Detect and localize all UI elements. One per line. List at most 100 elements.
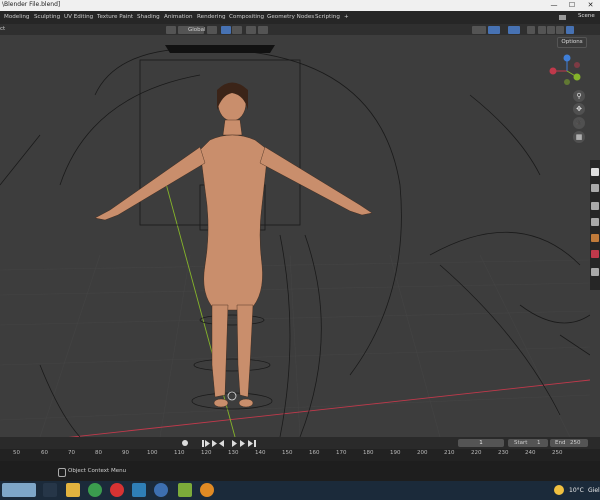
start-frame-label: Start: [514, 440, 528, 446]
task-view-icon[interactable]: [43, 483, 57, 497]
tab-shading[interactable]: Shading: [137, 11, 160, 24]
ruler-tick: 250: [552, 450, 563, 456]
scene-selector[interactable]: Scene: [556, 12, 600, 23]
ruler-tick: 190: [390, 450, 401, 456]
camera-view-icon[interactable]: 🎥: [573, 117, 585, 129]
add-workspace-button[interactable]: +: [344, 11, 349, 24]
ruler-tick: 90: [122, 450, 129, 456]
solid-shading-icon[interactable]: [547, 26, 555, 34]
overlay-toggle-icon[interactable]: [508, 26, 520, 34]
tool-tab-icon[interactable]: [591, 168, 599, 176]
ruler-tick: 110: [174, 450, 185, 456]
playback-controls[interactable]: [202, 439, 258, 448]
start-frame-value: 1: [537, 440, 541, 446]
pan-icon[interactable]: ✥: [573, 103, 585, 115]
pivot-point-icon[interactable]: [207, 26, 217, 34]
context-menu-hint: Object Context Menu: [68, 468, 127, 474]
tab-scripting[interactable]: Scripting: [315, 11, 340, 24]
prev-keyframe-icon: [212, 440, 217, 447]
mode-menu-partial[interactable]: ct: [0, 26, 5, 32]
current-frame-field[interactable]: 1: [458, 439, 504, 447]
wireframe-shading-icon[interactable]: [538, 26, 546, 34]
physics-tab-icon[interactable]: [591, 250, 599, 258]
tab-sculpting[interactable]: Sculpting: [34, 11, 60, 24]
x-axis-handle[interactable]: [549, 67, 557, 75]
visibility-icon[interactable]: [472, 26, 486, 34]
app-m-icon[interactable]: [132, 483, 146, 497]
ruler-tick: 70: [68, 450, 75, 456]
xray-icon[interactable]: [527, 26, 535, 34]
record-icon[interactable]: [182, 440, 188, 446]
falloff-icon[interactable]: [258, 26, 268, 34]
end-frame-value: 250: [570, 440, 581, 446]
chrome-icon[interactable]: [88, 483, 102, 497]
end-frame-field[interactable]: End 250: [550, 439, 588, 447]
play-reverse-icon: [219, 440, 224, 447]
ruler-tick: 160: [309, 450, 320, 456]
tab-animation[interactable]: Animation: [164, 11, 193, 24]
zoom-icon[interactable]: ⚲: [573, 90, 585, 102]
window-title: \Blender File.blend]: [2, 1, 61, 8]
desktop-thumbnail[interactable]: [2, 483, 36, 497]
ruler-tick: 120: [201, 450, 212, 456]
snap-icon[interactable]: [221, 26, 231, 34]
blender-icon[interactable]: [200, 483, 214, 497]
status-bar: Object Context Menu: [0, 461, 600, 481]
jump-end-icon: [254, 440, 256, 447]
snap-target-icon[interactable]: [232, 26, 242, 34]
maximize-button[interactable]: ☐: [563, 0, 581, 11]
start-frame-field[interactable]: Start 1: [508, 439, 548, 447]
ruler-tick: 230: [498, 450, 509, 456]
x-axis-line: [68, 379, 590, 437]
next-keyframe-icon: [240, 440, 245, 447]
tab-compositing[interactable]: Compositing: [229, 11, 264, 24]
timeline-ruler[interactable]: 50 60 70 80 90 100 110 120 130 140 150 1…: [0, 449, 600, 461]
app-c-icon[interactable]: [154, 483, 168, 497]
options-dropdown[interactable]: Options: [557, 37, 587, 48]
proportional-edit-icon[interactable]: [246, 26, 256, 34]
object-tab-icon[interactable]: [591, 234, 599, 242]
tab-texture-paint[interactable]: Texture Paint: [97, 11, 133, 24]
rendered-shading-icon[interactable]: [566, 26, 574, 34]
close-button[interactable]: ✕: [581, 0, 600, 11]
file-explorer-icon[interactable]: [66, 483, 80, 497]
ruler-tick: 220: [471, 450, 482, 456]
weather-icon[interactable]: [554, 485, 564, 495]
end-frame-label: End: [555, 440, 566, 446]
camera-object[interactable]: [165, 45, 275, 53]
viewport-scene[interactable]: [0, 35, 590, 437]
navigation-gizmo[interactable]: [545, 52, 585, 90]
y-axis-handle[interactable]: [573, 73, 581, 81]
transform-orientation-dropdown[interactable]: Global: [178, 26, 206, 34]
tab-rendering[interactable]: Rendering: [197, 11, 226, 24]
rig-controls[interactable]: [0, 48, 590, 437]
scene-icon: [559, 15, 566, 20]
render-tab-icon[interactable]: [591, 184, 599, 192]
scene-label: Scene: [578, 13, 595, 19]
workspace-tab-bar: Modeling Sculpting UV Editing Texture Pa…: [0, 11, 600, 24]
jump-start-icon: [202, 440, 204, 447]
tab-geometry-nodes[interactable]: Geometry Nodes: [267, 11, 314, 24]
3d-viewport[interactable]: [0, 35, 590, 437]
ruler-tick: 130: [228, 450, 239, 456]
ruler-tick: 180: [363, 450, 374, 456]
ruler-tick: 170: [336, 450, 347, 456]
tab-uv-editing[interactable]: UV Editing: [64, 11, 93, 24]
ruler-tick: 210: [444, 450, 455, 456]
opera-icon[interactable]: [110, 483, 124, 497]
transform-orientation-label: Global: [188, 27, 206, 33]
pivot-icon[interactable]: [166, 26, 176, 34]
constraints-tab-icon[interactable]: [591, 268, 599, 276]
ortho-grid-icon[interactable]: ▦: [573, 131, 585, 143]
gizmo-toggle-icon[interactable]: [488, 26, 500, 34]
tab-modeling[interactable]: Modeling: [4, 11, 29, 24]
output-tab-icon[interactable]: [591, 202, 599, 210]
view-layer-tab-icon[interactable]: [591, 218, 599, 226]
app-green-icon[interactable]: [178, 483, 192, 497]
floor-grid: [0, 254, 590, 437]
material-shading-icon[interactable]: [556, 26, 564, 34]
minimize-button[interactable]: —: [545, 0, 563, 11]
ruler-tick: 60: [41, 450, 48, 456]
z-axis-handle[interactable]: [563, 54, 571, 62]
ruler-tick: 140: [255, 450, 266, 456]
